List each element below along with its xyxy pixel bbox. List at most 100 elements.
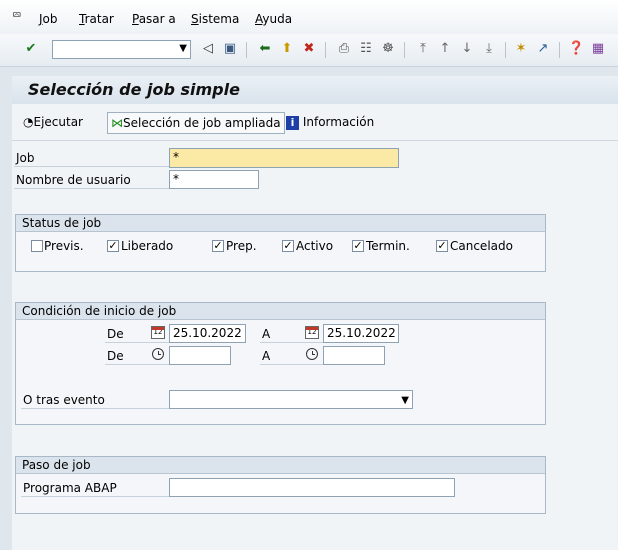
info-icon: i (286, 116, 299, 130)
menu-bar: ⮹ Job Tratar Pasar a Sistema Ayuda (0, 0, 618, 34)
divider (14, 188, 170, 189)
enter-icon[interactable]: ✔ (23, 41, 39, 57)
checkbox-previs-label: Previs. (44, 239, 84, 253)
job-name-field[interactable]: * (169, 148, 399, 168)
save-icon[interactable]: ▣ (222, 41, 238, 57)
execute-button[interactable]: ◔Ejecutar (20, 112, 86, 132)
menu-ayuda[interactable]: Ayuda (255, 12, 292, 26)
clock-icon[interactable] (306, 348, 318, 360)
to-time-field[interactable] (323, 346, 385, 365)
execute-label: Ejecutar (33, 115, 83, 129)
menu-icon[interactable]: ⮹ (12, 8, 22, 23)
menu-sistema[interactable]: Sistema (191, 12, 239, 26)
divider (14, 166, 170, 167)
menu-sistema-mnemonic: S (191, 12, 199, 26)
start-condition-header: Condición de inicio de job (16, 303, 545, 320)
event-dropdown[interactable]: ▼ (169, 390, 413, 409)
menu-sistema-label: istema (198, 12, 240, 26)
job-label: Job (16, 151, 35, 165)
divider (105, 364, 169, 365)
user-name-value: * (173, 172, 179, 186)
application-toolbar: ◔Ejecutar ⋈Selección de job ampliada i I… (12, 104, 618, 141)
from-time-field[interactable] (169, 346, 231, 365)
layout-icon[interactable]: ▦ (590, 41, 606, 57)
toolbar-separator (505, 42, 506, 58)
checkbox-cancelado-label: Cancelado (450, 239, 513, 253)
back-arrow-icon[interactable]: ◁ (200, 41, 216, 57)
divider (260, 342, 324, 343)
job-name-value: * (173, 150, 179, 164)
toolbar-separator (404, 42, 405, 58)
status-group-title: Status de job (22, 216, 102, 230)
title-bar: Selección de job simple (12, 76, 618, 104)
user-name-label: Nombre de usuario (16, 173, 131, 187)
to-date-field[interactable]: 25.10.2022 (323, 324, 399, 343)
from-date-value: 25.10.2022 (173, 326, 242, 340)
from-date-field[interactable]: 25.10.2022 (169, 324, 246, 343)
next-page-icon[interactable]: ↓ (459, 41, 475, 57)
toolbar-separator (325, 42, 326, 58)
clock-icon[interactable] (152, 348, 164, 360)
find-next-icon[interactable]: ☸ (380, 41, 396, 57)
menu-pasar-a-label: asar a (138, 12, 176, 26)
execute-icon: ◔ (23, 115, 34, 129)
exit-icon[interactable]: ⬆ (279, 41, 295, 57)
print-icon[interactable]: ⎙ (336, 41, 352, 57)
to-date-value: 25.10.2022 (327, 326, 396, 340)
checkbox-liberado[interactable]: ✓ (107, 240, 119, 252)
checkbox-previs[interactable] (31, 240, 43, 252)
job-step-title: Paso de job (22, 458, 91, 472)
checkbox-prep-label: Prep. (226, 239, 257, 253)
calendar-icon[interactable]: 12 (151, 326, 165, 339)
previous-page-icon[interactable]: ↑ (437, 41, 453, 57)
checkbox-termin-label: Termin. (366, 239, 410, 253)
menu-tratar-label: ratar (84, 12, 114, 26)
checkbox-prep[interactable]: ✓ (212, 240, 224, 252)
to-date-label: A (262, 327, 271, 341)
from-time-label: De (107, 349, 124, 363)
calendar-icon[interactable]: 12 (305, 326, 319, 339)
extended-selection-icon: ⋈ (111, 116, 123, 130)
to-time-label: A (262, 349, 271, 363)
chevron-down-icon[interactable]: ▼ (179, 43, 187, 54)
job-step-header: Paso de job (16, 457, 545, 474)
menu-job[interactable]: Job (39, 12, 58, 26)
command-field[interactable]: ▼ (52, 40, 191, 59)
toolbar-separator (246, 42, 247, 58)
help-icon[interactable]: ❓ (568, 41, 584, 57)
start-condition-title: Condición de inicio de job (22, 304, 177, 318)
page-title: Selección de job simple (28, 80, 240, 99)
divider (21, 408, 170, 409)
first-page-icon[interactable]: ⤒ (415, 41, 431, 57)
last-page-icon[interactable]: ⤓ (481, 41, 497, 57)
back-icon[interactable]: ⬅ (257, 41, 273, 57)
chevron-down-icon[interactable]: ▼ (401, 392, 409, 409)
abap-program-field[interactable] (169, 478, 455, 497)
checkbox-activo-label: Activo (296, 239, 334, 253)
menu-pasar-a[interactable]: Pasar a (132, 12, 176, 26)
information-button[interactable]: i Información (283, 112, 377, 132)
checkbox-activo[interactable]: ✓ (282, 240, 294, 252)
from-date-label: De (107, 327, 124, 341)
abap-program-label: Programa ABAP (23, 481, 117, 495)
checkbox-cancelado[interactable]: ✓ (436, 240, 448, 252)
menu-tratar[interactable]: Tratar (79, 12, 114, 26)
shortcut-icon[interactable]: ↗ (535, 41, 551, 57)
menu-ayuda-label: yuda (262, 12, 293, 26)
toolbar-separator (559, 42, 560, 58)
information-label: Información (302, 115, 375, 129)
menu-job-label: ob (42, 12, 58, 26)
cancel-icon[interactable]: ✖ (301, 41, 317, 57)
menu-pasar-a-mnemonic: P (132, 12, 139, 26)
checkbox-liberado-label: Liberado (121, 239, 174, 253)
checkbox-termin[interactable]: ✓ (352, 240, 364, 252)
create-session-icon[interactable]: ✶ (513, 41, 529, 57)
extended-selection-label: Selección de job ampliada (123, 116, 281, 130)
find-icon[interactable]: ☷ (358, 41, 374, 57)
divider (260, 364, 324, 365)
extended-selection-button[interactable]: ⋈Selección de job ampliada (107, 112, 285, 134)
divider (105, 342, 169, 343)
status-group-header: Status de job (16, 215, 545, 232)
event-label: O tras evento (23, 393, 105, 407)
user-name-field[interactable]: * (169, 170, 259, 189)
